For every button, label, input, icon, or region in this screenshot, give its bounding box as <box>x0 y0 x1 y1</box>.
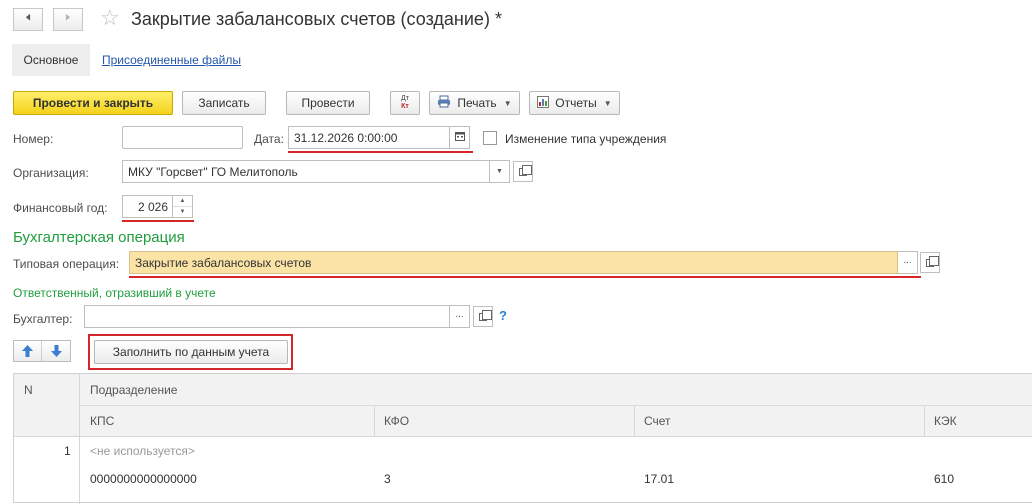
print-button[interactable]: Печать ▼ <box>429 91 520 115</box>
reports-button[interactable]: Отчеты ▼ <box>529 91 620 115</box>
section-responsible: Ответственный, отразивший в учете <box>13 286 216 300</box>
favorite-star-icon[interactable]: ☆ <box>100 7 120 29</box>
accountant-select-button[interactable]: ... <box>450 305 470 328</box>
header-kfo[interactable]: КФО <box>384 414 409 428</box>
cell-kfo: 3 <box>384 472 391 486</box>
financial-year-stepper[interactable]: ▲ ▼ <box>173 195 193 218</box>
move-down-button[interactable] <box>42 341 70 361</box>
column-divider <box>924 405 925 437</box>
accountant-label: Бухгалтер: <box>13 312 73 326</box>
section-accounting-operation: Бухгалтерская операция <box>13 229 185 246</box>
arrow-down-icon <box>50 345 62 357</box>
cell-n: 1 <box>64 444 71 458</box>
annotation-underline-year <box>122 220 194 222</box>
number-label: Номер: <box>13 132 54 146</box>
fill-by-accounting-button[interactable]: Заполнить по данным учета <box>94 340 288 364</box>
number-input[interactable] <box>122 126 243 149</box>
typical-operation-open-button[interactable] <box>920 252 940 273</box>
open-window-icon <box>519 164 532 176</box>
save-button[interactable]: Записать <box>182 91 266 115</box>
cell-subdivision: <не используется> <box>90 444 195 458</box>
date-label: Дата: <box>254 132 284 146</box>
organization-input[interactable]: МКУ "Горсвет" ГО Мелитополь <box>122 160 490 183</box>
tab-attached-files[interactable]: Присоединенные файлы <box>102 53 241 67</box>
column-divider <box>374 405 375 437</box>
chevron-down-icon: ▼ <box>496 168 503 175</box>
financial-year-label: Финансовый год: <box>13 201 108 215</box>
chevron-down-icon: ▼ <box>603 98 612 108</box>
accountant-open-button[interactable] <box>473 306 493 327</box>
report-chart-icon <box>537 95 550 111</box>
cell-kek: 610 <box>934 472 955 486</box>
tab-main[interactable]: Основное <box>12 44 90 76</box>
forward-button[interactable]: 🢒 <box>53 8 83 31</box>
change-type-checkbox[interactable] <box>483 131 497 145</box>
header-account[interactable]: Счет <box>644 414 671 428</box>
help-icon[interactable]: ? <box>499 308 507 323</box>
open-window-icon <box>926 255 939 267</box>
cell-kps: 0000000000000000 <box>90 472 197 486</box>
annotation-underline-operation <box>129 276 921 278</box>
annotation-underline-date <box>288 151 473 153</box>
ellipsis-icon: ... <box>455 309 464 320</box>
page-title: Закрытие забалансовых счетов (создание) … <box>131 9 502 29</box>
calendar-icon <box>454 131 465 144</box>
ellipsis-icon: ... <box>903 255 912 266</box>
typical-operation-input[interactable]: Закрытие забалансовых счетов <box>129 251 898 274</box>
post-and-close-button[interactable]: Провести и закрыть <box>13 91 173 115</box>
move-buttons-group <box>13 340 71 362</box>
date-input[interactable]: 31.12.2026 0:00:00 <box>288 126 450 149</box>
open-window-icon <box>479 309 492 321</box>
typical-operation-select-button[interactable]: ... <box>898 251 918 274</box>
data-table: N Подразделение КПС КФО Счет КЭК 1 <не и… <box>13 373 1032 504</box>
column-divider <box>79 374 80 504</box>
financial-year-input[interactable]: 2 026 <box>122 195 173 218</box>
arrow-left-icon: 🢐 <box>25 9 31 26</box>
header-n[interactable]: N <box>24 383 33 397</box>
back-button[interactable]: 🢐 <box>13 8 43 31</box>
arrow-right-icon: 🢒 <box>65 9 71 26</box>
organization-open-button[interactable] <box>513 161 533 182</box>
header-kps[interactable]: КПС <box>90 414 114 428</box>
accountant-input[interactable] <box>84 305 450 328</box>
organization-label: Организация: <box>13 166 89 180</box>
cell-account: 17.01 <box>644 472 675 486</box>
column-divider <box>634 405 635 437</box>
dt-kt-button[interactable]: Дт Кт <box>390 91 420 115</box>
chevron-down-icon: ▼ <box>503 98 512 108</box>
printer-icon <box>437 95 451 111</box>
calendar-button[interactable] <box>450 126 470 149</box>
dt-kt-icon: Дт Кт <box>401 95 409 110</box>
stepper-down-icon[interactable]: ▼ <box>173 207 192 217</box>
arrow-up-icon <box>22 345 33 357</box>
header-subdivision[interactable]: Подразделение <box>90 383 177 397</box>
post-button[interactable]: Провести <box>286 91 370 115</box>
stepper-up-icon[interactable]: ▲ <box>173 196 192 207</box>
change-type-label: Изменение типа учреждения <box>505 132 667 146</box>
organization-dropdown-button[interactable]: ▼ <box>490 160 510 183</box>
move-up-button[interactable] <box>14 341 42 361</box>
header-kek[interactable]: КЭК <box>934 414 957 428</box>
typical-operation-label: Типовая операция: <box>13 257 120 271</box>
header-row-divider <box>79 405 1032 406</box>
